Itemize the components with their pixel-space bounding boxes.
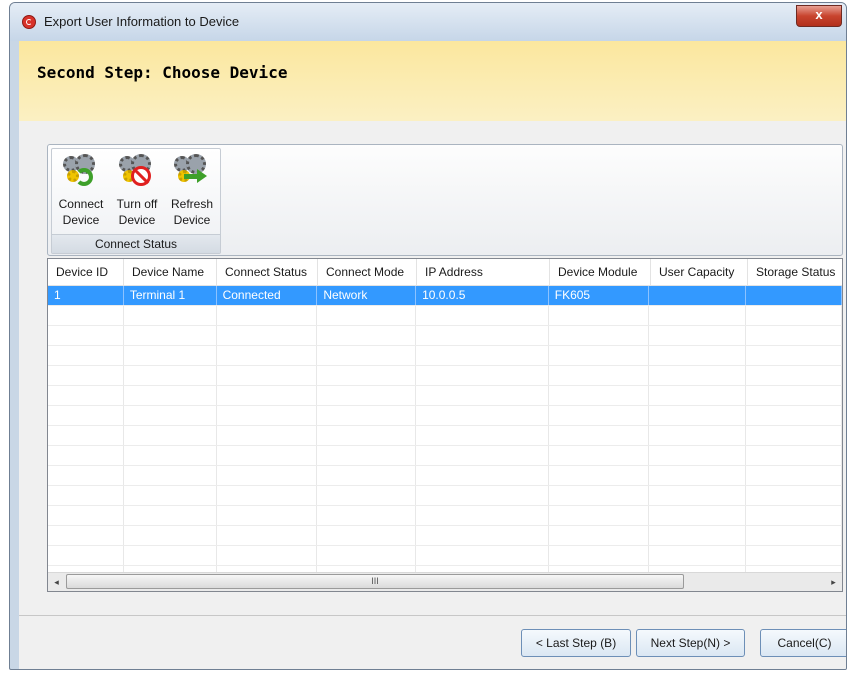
next-step-button[interactable]: Next Step(N) > (636, 629, 745, 657)
empty-row (48, 346, 842, 366)
col-user-capacity[interactable]: User Capacity (651, 259, 748, 285)
step-header: Second Step: Choose Device (19, 41, 846, 122)
app-icon (22, 15, 36, 29)
turn-off-device-icon (117, 154, 157, 192)
step-title: Second Step: Choose Device (37, 63, 288, 82)
table-row[interactable]: 1 Terminal 1 Connected Network 10.0.0.5 … (48, 286, 842, 306)
scroll-left-icon[interactable]: ◂ (48, 573, 65, 591)
connect-device-button[interactable]: Connect Device (54, 152, 108, 232)
empty-row (48, 366, 842, 386)
refresh-device-button[interactable]: Refresh Device (165, 152, 219, 232)
empty-row (48, 546, 842, 566)
cell-user-capacity (649, 286, 747, 305)
content-area: Connect Device Turn off Device Refresh D… (19, 121, 846, 615)
refresh-device-label-2: Device (173, 213, 211, 227)
connect-status-group: Connect Device Turn off Device Refresh D… (51, 148, 221, 254)
col-storage-status[interactable]: Storage Status (748, 259, 842, 285)
col-connect-status[interactable]: Connect Status (217, 259, 318, 285)
scroll-thumb[interactable]: III (66, 574, 684, 589)
dialog-footer: < Last Step (B) Next Step(N) > Cancel(C) (19, 616, 846, 669)
cell-connect-status: Connected (217, 286, 318, 305)
horizontal-scrollbar[interactable]: ◂ III ▸ (48, 572, 842, 591)
ribbon-toolbar: Connect Device Turn off Device Refresh D… (47, 144, 843, 256)
refresh-device-icon (172, 154, 212, 192)
col-device-name[interactable]: Device Name (124, 259, 217, 285)
table-body: 1 Terminal 1 Connected Network 10.0.0.5 … (48, 286, 842, 586)
empty-row (48, 406, 842, 426)
connect-device-icon (61, 154, 101, 192)
cell-connect-mode: Network (317, 286, 417, 305)
empty-row (48, 426, 842, 446)
last-step-button[interactable]: < Last Step (B) (521, 629, 631, 657)
title-bar: Export User Information to Device x (10, 3, 846, 41)
close-button[interactable]: x (796, 5, 842, 27)
empty-row (48, 506, 842, 526)
connect-device-label-2: Device (62, 213, 100, 227)
table-header: Device ID Device Name Connect Status Con… (48, 259, 842, 286)
connect-device-label-1: Connect (58, 197, 104, 211)
export-dialog-window: Export User Information to Device x Seco… (9, 2, 847, 670)
empty-row (48, 446, 842, 466)
empty-row (48, 526, 842, 546)
empty-row (48, 486, 842, 506)
empty-row (48, 306, 842, 326)
empty-row (48, 386, 842, 406)
col-device-id[interactable]: Device ID (48, 259, 124, 285)
cell-device-name: Terminal 1 (124, 286, 217, 305)
empty-row (48, 326, 842, 346)
device-table[interactable]: Device ID Device Name Connect Status Con… (47, 258, 843, 592)
group-label: Connect Status (52, 234, 220, 253)
cell-device-id: 1 (48, 286, 124, 305)
scroll-right-icon[interactable]: ▸ (825, 573, 842, 591)
window-title: Export User Information to Device (44, 14, 240, 29)
col-ip-address[interactable]: IP Address (417, 259, 550, 285)
refresh-device-label-1: Refresh (170, 197, 214, 211)
cell-storage-status (746, 286, 842, 305)
turn-off-device-label-1: Turn off (116, 197, 158, 211)
cancel-button[interactable]: Cancel(C) (760, 629, 846, 657)
cell-device-module: FK605 (549, 286, 650, 305)
cell-ip-address: 10.0.0.5 (416, 286, 549, 305)
col-connect-mode[interactable]: Connect Mode (318, 259, 417, 285)
turn-off-device-button[interactable]: Turn off Device (110, 152, 164, 232)
turn-off-device-label-2: Device (118, 213, 156, 227)
empty-row (48, 466, 842, 486)
col-device-module[interactable]: Device Module (550, 259, 651, 285)
